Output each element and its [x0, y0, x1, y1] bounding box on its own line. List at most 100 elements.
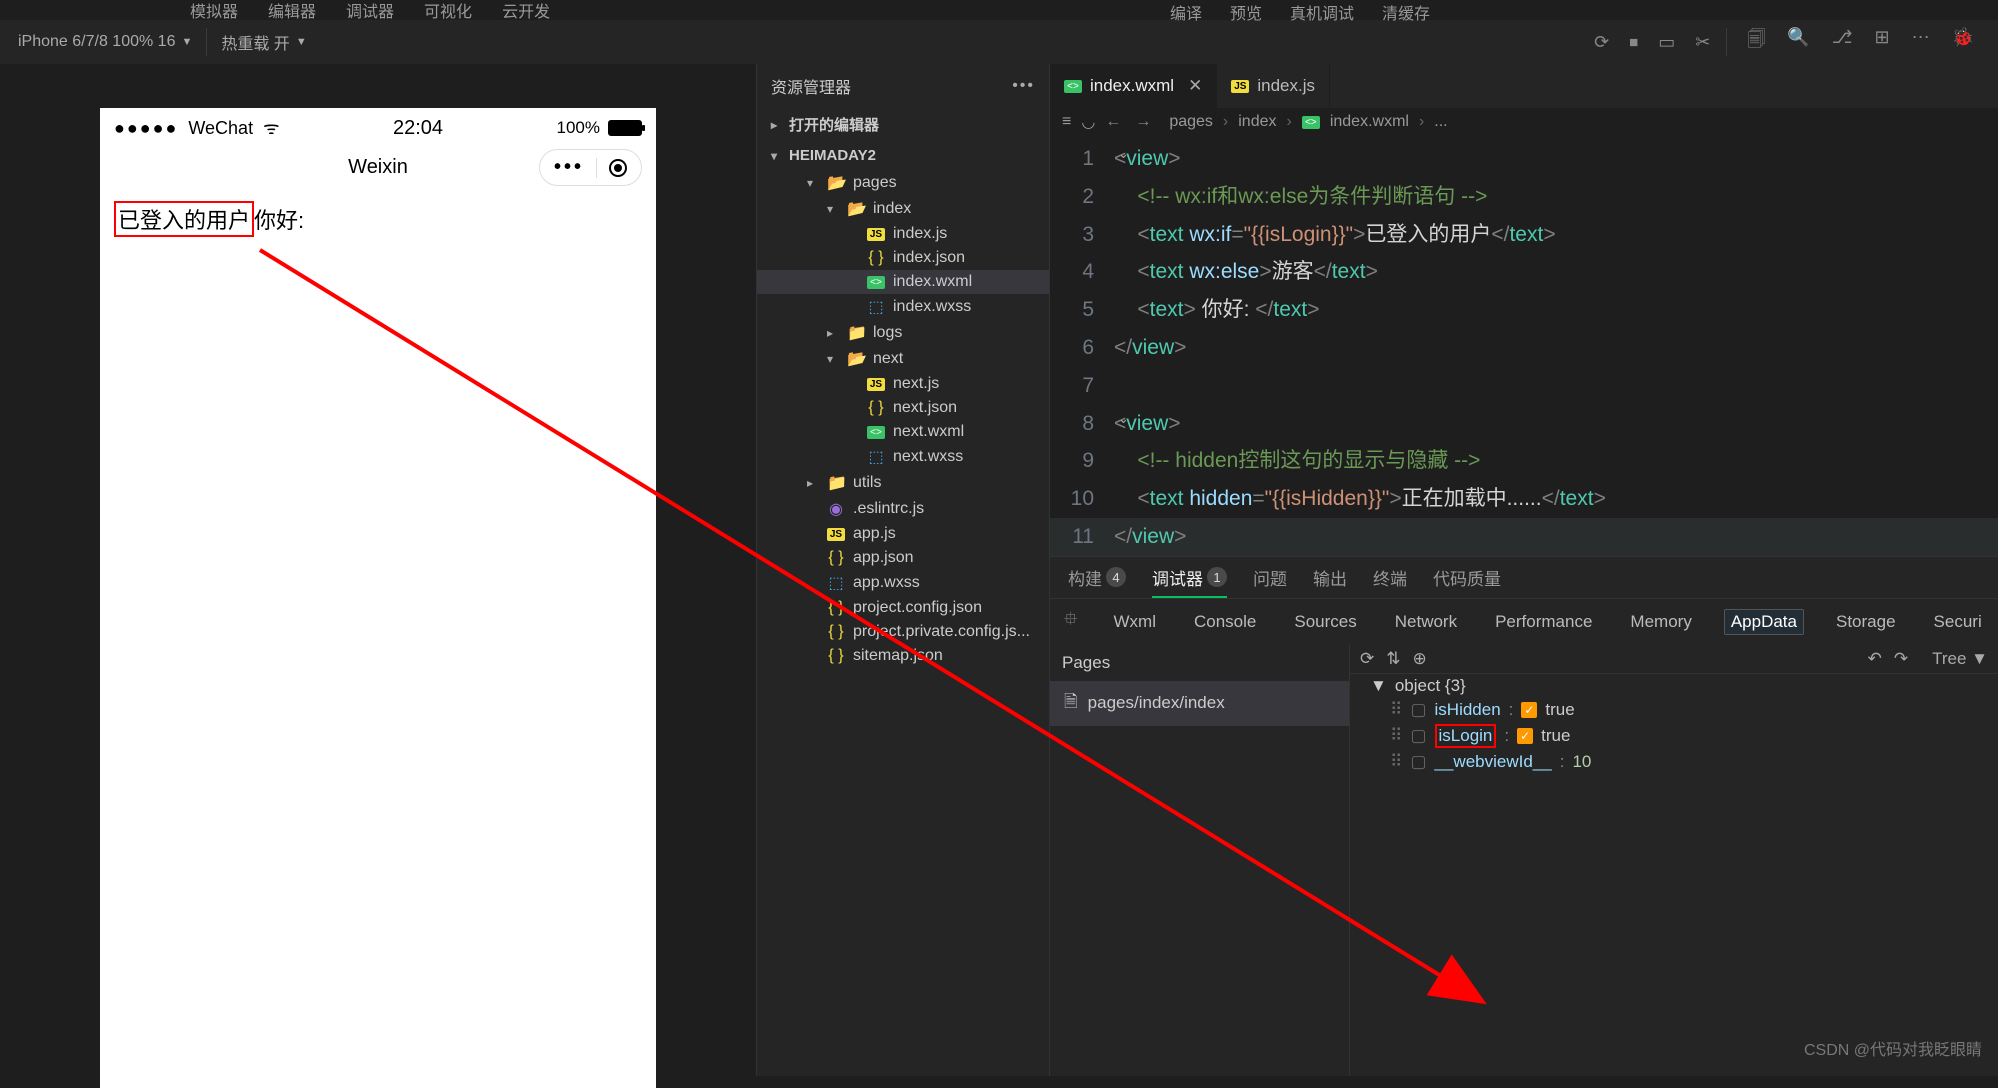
menu-visual[interactable]: 可视化	[424, 0, 472, 22]
crumb-file[interactable]: index.wxml	[1330, 113, 1409, 131]
undo-icon[interactable]: ↶	[1868, 649, 1882, 669]
devtools-tab-storage[interactable]: Storage	[1830, 610, 1902, 634]
file-index.js[interactable]: JSindex.js	[757, 222, 1049, 246]
search-icon[interactable]: 🔍	[1787, 27, 1809, 57]
data-row-isLogin[interactable]: ⠿▢ isLogin : ✓ true	[1350, 722, 1998, 750]
hot-reload-toggle[interactable]: 热重载 开 ▼	[221, 30, 306, 54]
grip-icon: ⠿	[1390, 752, 1402, 772]
code-line-10[interactable]: 10 <text hidden="{{isHidden}}">正在加载中....…	[1050, 480, 1998, 518]
more-icon[interactable]: ⋯	[1912, 27, 1930, 57]
checkbox-icon[interactable]: ✓	[1517, 728, 1533, 744]
file-next.js[interactable]: JSnext.js	[757, 372, 1049, 396]
file-.eslintrc.js[interactable]: ◉.eslintrc.js	[757, 496, 1049, 522]
file-project.config.json[interactable]: { }project.config.json	[757, 596, 1049, 620]
devtools-tab-sources[interactable]: Sources	[1288, 610, 1362, 634]
file-next.json[interactable]: { }next.json	[757, 396, 1049, 420]
menu-clear-cache[interactable]: 清缓存	[1382, 0, 1430, 24]
stop-icon[interactable]: ⏹	[1629, 32, 1638, 53]
menu-cloud[interactable]: 云开发	[502, 0, 550, 22]
file-index.json[interactable]: { }index.json	[757, 246, 1049, 270]
code-line-11[interactable]: 11</view>	[1050, 518, 1998, 556]
code-line-6[interactable]: 6</view>	[1050, 329, 1998, 367]
code-line-8[interactable]: 8<view>	[1050, 405, 1998, 443]
menu-editor[interactable]: 编辑器	[268, 0, 316, 22]
inspect-icon[interactable]: ⯐	[1064, 607, 1078, 637]
code-line-1[interactable]: 1<view>	[1050, 140, 1998, 178]
expand-icon[interactable]: ⇅	[1386, 649, 1400, 669]
panel-tab-构建[interactable]: 构建4	[1068, 565, 1126, 590]
devtools-tab-memory[interactable]: Memory	[1624, 610, 1697, 634]
file-next[interactable]: ▾📂next	[757, 346, 1049, 372]
page-item[interactable]: 🗎 pages/index/index	[1050, 681, 1349, 726]
data-row-__webviewId__[interactable]: ⠿▢ __webviewId__ : 10	[1350, 750, 1998, 774]
menu-remote-debug[interactable]: 真机调试	[1290, 0, 1354, 24]
capsule-button[interactable]: •••	[539, 149, 642, 186]
tab-index-js[interactable]: JS index.js	[1217, 64, 1330, 108]
section-project[interactable]: ▾ HEIMADAY2	[757, 141, 1049, 170]
devtools-tab-performance[interactable]: Performance	[1489, 610, 1598, 634]
files-icon[interactable]: 🗐	[1747, 27, 1765, 57]
fold-icon[interactable]: ⌄	[1118, 407, 1129, 430]
panel-tab-终端[interactable]: 终端	[1373, 565, 1407, 590]
file-app.wxss[interactable]: ⬚app.wxss	[757, 570, 1049, 596]
checkbox-icon[interactable]: ✓	[1521, 702, 1537, 718]
devtools-tab-wxml[interactable]: Wxml	[1108, 610, 1162, 634]
menu-debugger[interactable]: 调试器	[346, 0, 394, 22]
fold-icon[interactable]: ⌄	[1118, 142, 1129, 165]
nav-fwd-icon[interactable]: →	[1135, 113, 1151, 131]
panel-tab-代码质量[interactable]: 代码质量	[1433, 565, 1501, 590]
extensions-icon[interactable]: ⊞	[1874, 27, 1889, 57]
explorer-more-icon[interactable]: •••	[1012, 77, 1035, 95]
nav-back-icon[interactable]: ←	[1105, 113, 1121, 131]
code-line-9[interactable]: 9 <!-- hidden控制这句的显示与隐藏 -->	[1050, 442, 1998, 480]
devtools-tab-network[interactable]: Network	[1389, 610, 1463, 634]
file-logs[interactable]: ▸📁logs	[757, 320, 1049, 346]
phone-icon[interactable]: ▭	[1658, 32, 1675, 53]
devtools-tab-console[interactable]: Console	[1188, 610, 1262, 634]
devtools-tab-securi[interactable]: Securi	[1928, 610, 1988, 634]
file-app.json[interactable]: { }app.json	[757, 546, 1049, 570]
menu-compile[interactable]: 编译	[1170, 0, 1202, 24]
tree-mode-select[interactable]: Tree ▼	[1932, 649, 1988, 669]
close-icon[interactable]: ✕	[1188, 76, 1202, 96]
code-line-5[interactable]: 5 <text> 你好: </text>	[1050, 291, 1998, 329]
branch-icon[interactable]: ⎇	[1832, 27, 1853, 57]
data-row-isHidden[interactable]: ⠿▢ isHidden : ✓ true	[1350, 698, 1998, 722]
collapse-icon[interactable]: ⊕	[1413, 649, 1427, 669]
file-next.wxss[interactable]: ⬚next.wxss	[757, 444, 1049, 470]
code-line-2[interactable]: 2 <!-- wx:if和wx:else为条件判断语句 -->	[1050, 178, 1998, 216]
file-sitemap.json[interactable]: { }sitemap.json	[757, 644, 1049, 668]
tab-index-wxml[interactable]: <> index.wxml ✕	[1050, 64, 1217, 108]
panel-tab-输出[interactable]: 输出	[1313, 565, 1347, 590]
menu-preview[interactable]: 预览	[1230, 0, 1262, 24]
bookmark-icon[interactable]: ◡	[1081, 112, 1095, 132]
section-open-editors[interactable]: ▸ 打开的编辑器	[757, 108, 1049, 141]
crumb-more[interactable]: ...	[1434, 113, 1447, 131]
refresh-icon[interactable]: ⟳	[1360, 649, 1374, 669]
file-project.private.config.js...[interactable]: { }project.private.config.js...	[757, 620, 1049, 644]
file-index.wxss[interactable]: ⬚index.wxss	[757, 294, 1049, 320]
panel-tab-调试器[interactable]: 调试器1	[1152, 565, 1227, 590]
code-line-7[interactable]: 7	[1050, 367, 1998, 405]
list-icon[interactable]: ≡	[1062, 113, 1071, 131]
file-utils[interactable]: ▸📁utils	[757, 470, 1049, 496]
file-index[interactable]: ▾📂index	[757, 196, 1049, 222]
crumb-index[interactable]: index	[1238, 113, 1276, 131]
crumb-pages[interactable]: pages	[1169, 113, 1213, 131]
file-pages[interactable]: ▾📂pages	[757, 170, 1049, 196]
code-editor[interactable]: 1<view>⌄2 <!-- wx:if和wx:else为条件判断语句 -->3…	[1050, 136, 1998, 556]
refresh-icon[interactable]: ⟳	[1594, 32, 1609, 53]
devtools-tab-appdata[interactable]: AppData	[1724, 609, 1804, 635]
menu-simulator[interactable]: 模拟器	[190, 0, 238, 22]
device-selector[interactable]: iPhone 6/7/8 100% 16 ▼	[8, 29, 202, 55]
code-line-4[interactable]: 4 <text wx:else>游客</text>	[1050, 253, 1998, 291]
file-index.wxml[interactable]: <>index.wxml	[757, 270, 1049, 294]
bug-icon[interactable]: 🐞	[1952, 27, 1974, 57]
code-line-3[interactable]: 3 <text wx:if="{{isLogin}}">已登入的用户</text…	[1050, 216, 1998, 254]
panel-tab-问题[interactable]: 问题	[1253, 565, 1287, 590]
file-next.wxml[interactable]: <>next.wxml	[757, 420, 1049, 444]
file-app.js[interactable]: JSapp.js	[757, 522, 1049, 546]
object-root[interactable]: ▼ object {3}	[1350, 674, 1998, 698]
cut-icon[interactable]: ✂	[1695, 32, 1710, 53]
redo-icon[interactable]: ↷	[1894, 649, 1908, 669]
